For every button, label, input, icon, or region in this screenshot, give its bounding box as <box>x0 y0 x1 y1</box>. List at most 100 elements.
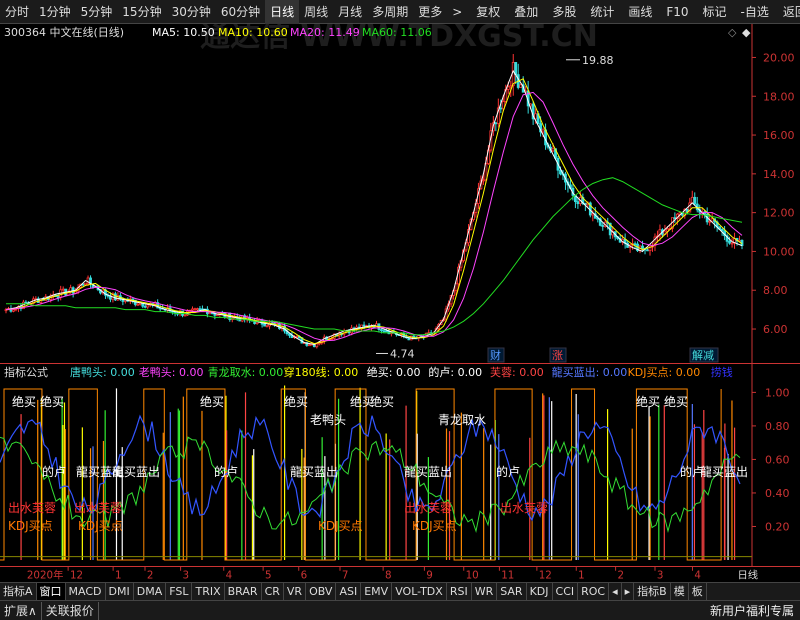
indicator-title[interactable]: 指标公式 <box>4 365 48 379</box>
indicator-tab-13[interactable]: VOL-TDX <box>392 583 447 600</box>
ind-ytick-label: 1.00 <box>765 386 790 399</box>
signal-label-3: 绝买 <box>284 394 308 409</box>
signal-label-19: 出水芙蓉 <box>8 501 56 515</box>
axis-month: 7 <box>342 569 349 581</box>
candle-body <box>576 201 580 205</box>
indicator-tab-0[interactable]: 指标A <box>0 583 37 600</box>
indicator-tab-24[interactable]: 板 <box>689 583 707 600</box>
action-button-4[interactable]: 画线 <box>623 0 657 24</box>
signal-label-17: 龍买蓝出 <box>404 464 452 479</box>
period-tab-1[interactable]: 1分钟 <box>34 0 76 24</box>
ind-ytick-label: 0.40 <box>765 487 790 500</box>
indicator-tab-21[interactable]: ▸ <box>622 583 635 600</box>
axis-month: 12 <box>539 569 552 581</box>
candle-body <box>708 220 712 223</box>
axis-period[interactable]: 日线 <box>738 568 759 581</box>
period-tab-0[interactable]: 分时 <box>0 0 34 24</box>
indicator-tab-1[interactable]: 窗口 <box>36 583 66 600</box>
candle-body <box>215 314 219 317</box>
ytick-label: 14.00 <box>763 168 795 181</box>
indicator-tab-4[interactable]: DMA <box>134 583 167 600</box>
candle-body <box>362 324 366 327</box>
candle-body <box>728 240 731 244</box>
signal-label-21: 出水芙蓉 <box>404 501 452 515</box>
indicator-tab-22[interactable]: 指标B <box>634 583 671 600</box>
indicator-tab-11[interactable]: ASI <box>336 583 362 600</box>
period-tab-5[interactable]: 60分钟 <box>216 0 265 24</box>
candle-body <box>183 314 187 317</box>
period-tab-9[interactable]: 多周期 <box>367 0 413 24</box>
indicator-field-7: 龍买蓝出: 0.00 <box>552 365 628 379</box>
candle-body <box>514 62 518 76</box>
period-tab-7[interactable]: 周线 <box>299 0 333 24</box>
action-button-3[interactable]: 统计 <box>585 0 619 24</box>
ytick-label: 16.00 <box>763 129 795 142</box>
period-tab-4[interactable]: 30分钟 <box>167 0 216 24</box>
expand-button[interactable]: 扩展∧ <box>0 601 42 620</box>
event-marker-1[interactable]: 涨 <box>552 349 563 362</box>
indicator-tab-19[interactable]: ROC <box>578 583 610 600</box>
indicator-tab-16[interactable]: SAR <box>497 583 527 600</box>
action-button-2[interactable]: 多股 <box>547 0 581 24</box>
candle-body <box>315 343 319 348</box>
indicator-chart[interactable]: 1.00 0.80 0.60 0.40 0.20 指标公式 唐鸭头: 0.00 老鸭头: 0… <box>0 364 800 566</box>
candle-body <box>633 243 637 246</box>
indicator-tab-17[interactable]: KDJ <box>527 583 553 600</box>
action-button-0[interactable]: 复权 <box>471 0 505 24</box>
candle-body <box>710 218 714 222</box>
stock-title: 300364 中文在线(日线) <box>4 25 124 39</box>
indicator-tab-6[interactable]: TRIX <box>192 583 225 600</box>
signal-label-26: KDJ买点 <box>412 519 457 533</box>
indicator-tab-8[interactable]: CR <box>262 583 284 600</box>
candle-body <box>382 330 386 333</box>
indicator-tab-2[interactable]: MACD <box>66 583 106 600</box>
candle-body <box>519 84 523 88</box>
settings-icon[interactable]: ◆ <box>742 26 751 39</box>
indicator-tab-9[interactable]: VR <box>284 583 307 600</box>
action-button-1[interactable]: 叠加 <box>509 0 543 24</box>
period-tab-8[interactable]: 月线 <box>333 0 367 24</box>
candle-body <box>641 245 644 249</box>
related-quote-button[interactable]: 关联报价 <box>42 601 99 620</box>
more-chevron-icon[interactable]: > <box>447 5 467 19</box>
kline-chart[interactable]: 20.0018.0016.0014.0012.0010.008.006.00通达… <box>0 24 800 364</box>
signal-label-11: 的卢 <box>214 464 238 479</box>
indicator-tab-18[interactable]: CCI <box>553 583 579 600</box>
period-tab-10[interactable]: 更多 <box>413 0 447 24</box>
indicator-tab-3[interactable]: DMI <box>106 583 134 600</box>
candle-body <box>193 308 197 311</box>
promo-note[interactable]: 新用户福利专属 <box>710 602 800 619</box>
axis-year: 2020年 <box>27 568 64 581</box>
action-button-6[interactable]: 标记 <box>698 0 732 24</box>
indicator-tab-12[interactable]: EMV <box>361 583 393 600</box>
candle-body <box>541 129 545 133</box>
action-button-5[interactable]: F10 <box>661 0 693 24</box>
bottom-bar: 扩展∧ 关联报价 新用户福利专属 <box>0 600 800 620</box>
signal-label-20: 出水芙蓉 <box>74 501 122 515</box>
event-marker-2[interactable]: 解减 <box>692 348 714 362</box>
action-button-8[interactable]: 返回 <box>778 0 800 24</box>
event-marker-0[interactable]: 财 <box>490 348 501 362</box>
indicator-tab-7[interactable]: BRAR <box>225 583 262 600</box>
signal-label-6: 绝买 <box>636 394 660 409</box>
diamond-icon[interactable]: ◇ <box>728 26 737 39</box>
period-tab-2[interactable]: 5分钟 <box>76 0 118 24</box>
indicator-tab-5[interactable]: FSL <box>166 583 193 600</box>
axis-month: 2 <box>618 569 625 581</box>
signal-label-18: 龍买蓝出 <box>700 464 748 479</box>
indicator-tab-15[interactable]: WR <box>472 583 498 600</box>
indicator-tab-14[interactable]: RSI <box>447 583 472 600</box>
indicator-tab-20[interactable]: ◂ <box>609 583 622 600</box>
ytick-label: 18.00 <box>763 90 795 103</box>
action-button-7[interactable]: -自选 <box>736 0 774 24</box>
indicator-field-1: 老鸭头: 0.00 <box>139 366 204 379</box>
axis-month: 2 <box>147 569 154 581</box>
period-tab-3[interactable]: 15分钟 <box>117 0 166 24</box>
signal-label-5: 绝买 <box>370 394 394 409</box>
indicator-tab-23[interactable]: 模 <box>671 583 689 600</box>
candle-body <box>263 323 266 327</box>
period-tab-6[interactable]: 日线 <box>265 0 300 24</box>
indicator-tab-10[interactable]: OBV <box>306 583 337 600</box>
candle-body <box>380 329 383 332</box>
indicator-field-6: 芙蓉: 0.00 <box>490 365 544 379</box>
